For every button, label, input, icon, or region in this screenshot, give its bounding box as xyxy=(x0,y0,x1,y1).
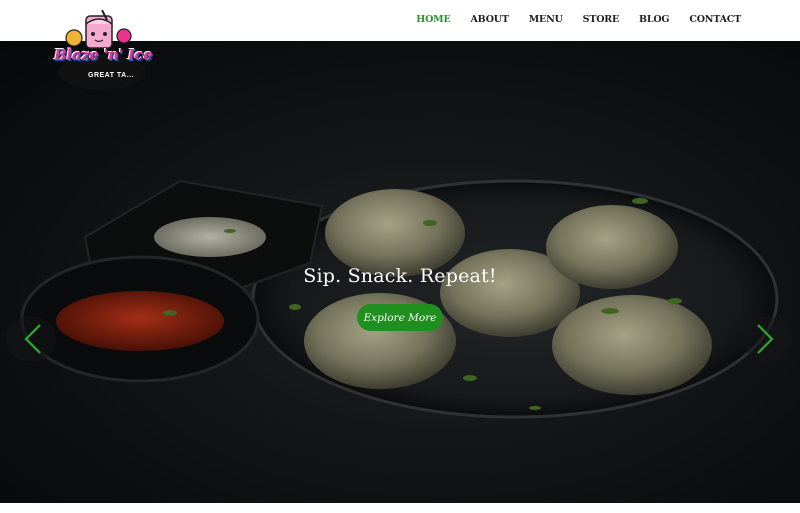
slider-next-button[interactable] xyxy=(742,317,792,361)
brand-logo[interactable]: Blaze 'n' Ice GREAT TA... xyxy=(52,10,153,92)
nav-item-store[interactable]: STORE xyxy=(583,14,620,25)
page-bottom-strip xyxy=(0,503,800,513)
logo-wordmark: Blaze 'n' Ice xyxy=(54,46,153,64)
nav-item-contact[interactable]: CONTACT xyxy=(689,14,741,25)
chevron-left-icon xyxy=(24,324,41,354)
slider-prev-button[interactable] xyxy=(6,317,56,361)
nav-item-menu[interactable]: MENU xyxy=(529,14,563,25)
explore-more-button[interactable]: Explore More xyxy=(357,304,443,331)
chevron-right-icon xyxy=(757,324,774,354)
nav-item-about[interactable]: ABOUT xyxy=(471,14,509,25)
main-nav: HOME ABOUT MENU STORE BLOG CONTACT xyxy=(396,14,741,25)
logo-tagline: GREAT TA... xyxy=(88,72,135,79)
nav-item-blog[interactable]: BLOG xyxy=(639,14,670,25)
nav-item-home[interactable]: HOME xyxy=(416,14,450,25)
hero-caption: Sip. Snack. Repeat! xyxy=(303,265,497,287)
